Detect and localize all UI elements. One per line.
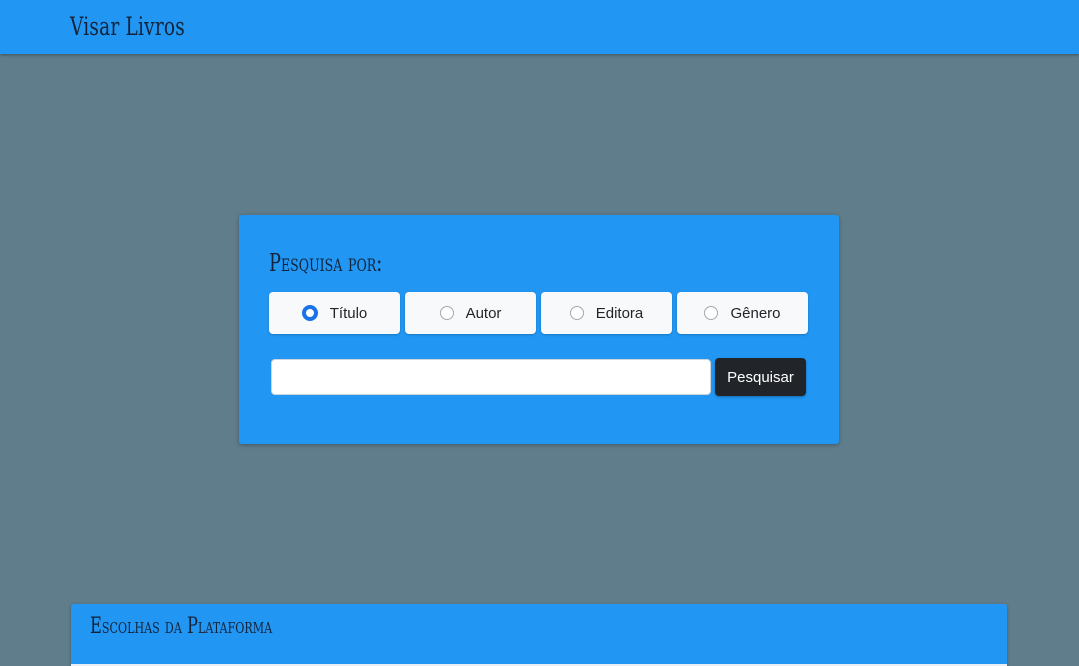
radio-editora[interactable] [569,306,584,320]
option-genero[interactable]: Gênero [677,292,808,334]
radio-genero[interactable] [704,306,719,320]
radio-titulo[interactable] [301,305,318,321]
search-type-options: Título Autor Editora Gênero [269,292,808,334]
option-editora[interactable]: Editora [541,292,672,334]
option-titulo[interactable]: Título [269,292,400,334]
option-label-editora: Editora [595,304,644,322]
search-card: Pesquisa por: Título Autor Editora Gêner… [239,215,839,444]
navbar: Visar Livros [0,0,1079,54]
option-label-genero: Gênero [730,304,781,322]
radio-autor[interactable] [439,306,454,320]
option-autor[interactable]: Autor [405,292,536,334]
platform-picks-panel: Escolhas da Plataforma [71,604,1007,666]
option-label-autor: Autor [465,304,502,322]
platform-picks-title: Escolhas da Plataforma [90,614,273,639]
search-heading: Pesquisa por: [269,249,383,277]
option-label-titulo: Título [329,304,368,322]
search-button[interactable]: Pesquisar [715,358,806,396]
search-input[interactable] [271,359,711,395]
brand-logo-text[interactable]: Visar Livros [70,12,185,41]
